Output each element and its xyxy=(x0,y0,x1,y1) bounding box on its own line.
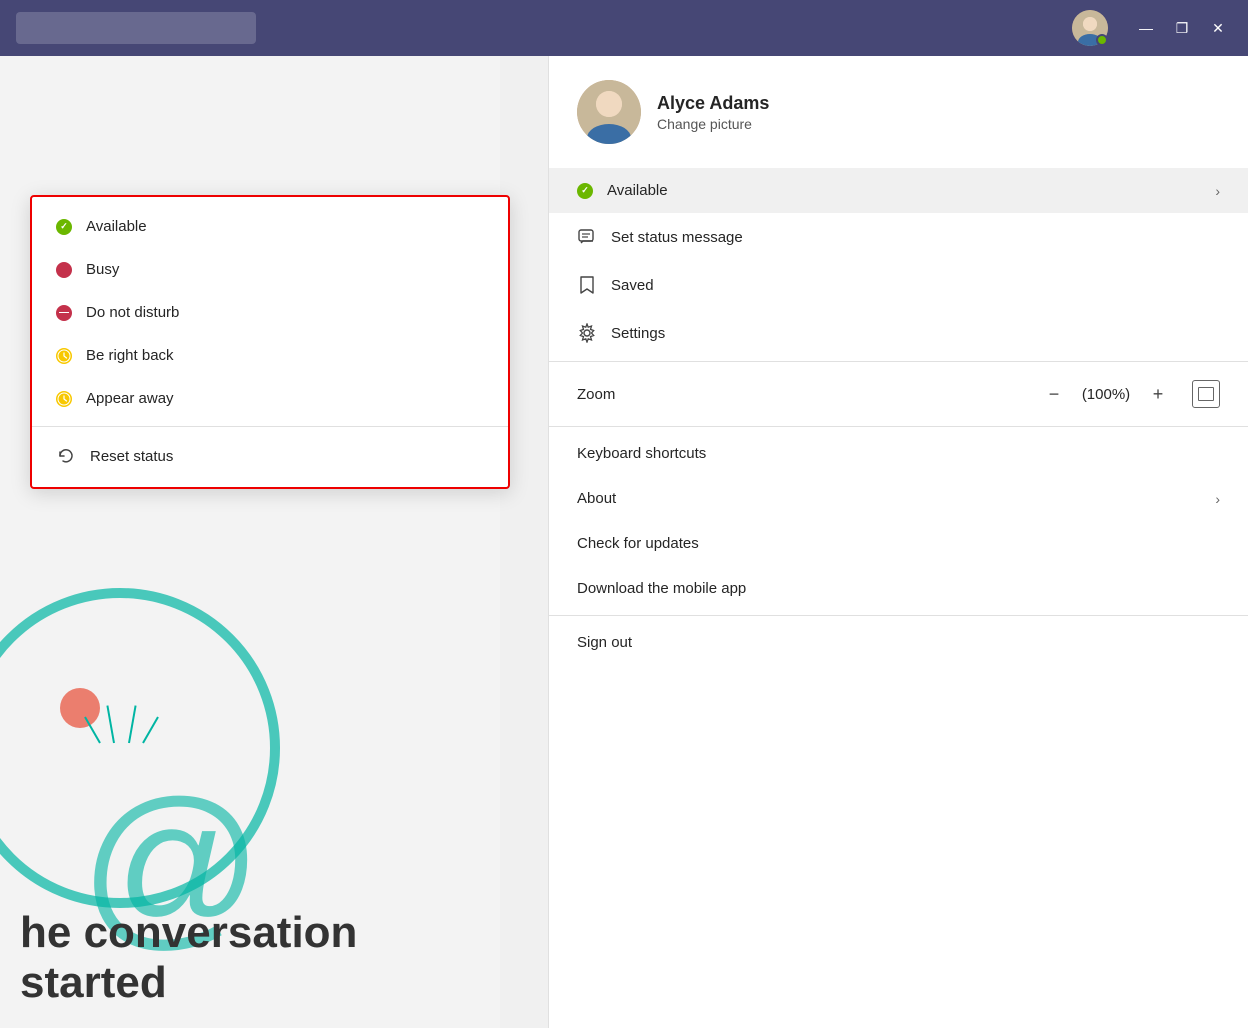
busy-dot xyxy=(56,262,72,278)
set-status-message-item[interactable]: Set status message xyxy=(549,213,1248,261)
profile-header: Alyce Adams Change picture xyxy=(549,56,1248,168)
saved-icon xyxy=(577,275,597,295)
check-updates-label: Check for updates xyxy=(577,535,699,552)
available-menu-item[interactable]: Available › xyxy=(549,168,1248,213)
status-available-label: Available xyxy=(86,218,147,235)
status-message-icon xyxy=(577,227,597,247)
status-busy-item[interactable]: Busy xyxy=(32,248,508,291)
saved-menu-item[interactable]: Saved xyxy=(549,261,1248,309)
status-appear-away-item[interactable]: Appear away xyxy=(32,377,508,420)
zoom-label: Zoom xyxy=(577,386,1040,403)
keyboard-shortcuts-item[interactable]: Keyboard shortcuts xyxy=(549,431,1248,476)
appear-away-dot xyxy=(56,391,72,407)
zoom-minus-button[interactable]: − xyxy=(1040,380,1068,408)
divider-3 xyxy=(549,615,1248,616)
zoom-controls: − (100%) + xyxy=(1040,380,1220,408)
status-submenu: Available Busy Do not disturb Be right b… xyxy=(30,195,510,489)
status-available-item[interactable]: Available xyxy=(32,205,508,248)
bg-rays xyxy=(95,705,148,748)
download-mobile-label: Download the mobile app xyxy=(577,580,746,597)
sign-out-label: Sign out xyxy=(577,634,632,651)
profile-name: Alyce Adams xyxy=(657,93,769,114)
search-bar[interactable] xyxy=(16,12,256,44)
window-controls: — ❐ ✕ xyxy=(1072,10,1232,46)
status-brb-label: Be right back xyxy=(86,347,174,364)
zoom-value: (100%) xyxy=(1080,386,1132,403)
settings-label: Settings xyxy=(611,325,665,342)
available-status-dot xyxy=(577,183,593,199)
about-chevron-icon: › xyxy=(1215,491,1220,507)
status-brb-item[interactable]: Be right back xyxy=(32,334,508,377)
zoom-plus-button[interactable]: + xyxy=(1144,380,1172,408)
status-dnd-item[interactable]: Do not disturb xyxy=(32,291,508,334)
about-menu-item[interactable]: About › xyxy=(549,476,1248,521)
set-status-message-label: Set status message xyxy=(611,229,743,246)
keyboard-shortcuts-label: Keyboard shortcuts xyxy=(577,445,706,462)
profile-avatar[interactable] xyxy=(577,80,641,144)
title-bar: — ❐ ✕ xyxy=(0,0,1248,56)
status-appear-away-label: Appear away xyxy=(86,390,174,407)
brb-dot xyxy=(56,348,72,364)
divider-1 xyxy=(549,361,1248,362)
profile-info: Alyce Adams Change picture xyxy=(657,93,769,132)
about-label: About xyxy=(577,490,616,507)
sign-out-item[interactable]: Sign out xyxy=(549,620,1248,665)
reset-icon xyxy=(56,446,76,466)
submenu-divider xyxy=(32,426,508,427)
zoom-fit-button[interactable] xyxy=(1192,380,1220,408)
settings-menu-item[interactable]: Settings xyxy=(549,309,1248,357)
status-dot-titlebar xyxy=(1096,34,1108,46)
user-avatar-titlebar[interactable] xyxy=(1072,10,1108,46)
available-label: Available xyxy=(607,182,668,199)
bottom-text: he conversation started xyxy=(0,908,500,1008)
reset-status-item[interactable]: Reset status xyxy=(32,433,508,479)
dnd-dot xyxy=(56,305,72,321)
zoom-fit-icon xyxy=(1198,387,1214,401)
status-busy-label: Busy xyxy=(86,261,119,278)
reset-status-label: Reset status xyxy=(90,448,173,465)
status-dnd-label: Do not disturb xyxy=(86,304,179,321)
bg-circle-small xyxy=(60,688,100,728)
available-chevron-icon: › xyxy=(1215,183,1220,199)
settings-icon xyxy=(577,323,597,343)
zoom-row: Zoom − (100%) + xyxy=(549,366,1248,422)
profile-panel: Alyce Adams Change picture Available › S… xyxy=(548,56,1248,1028)
download-mobile-item[interactable]: Download the mobile app xyxy=(549,566,1248,611)
change-picture-link[interactable]: Change picture xyxy=(657,116,769,132)
restore-button[interactable]: ❐ xyxy=(1168,14,1196,42)
check-updates-item[interactable]: Check for updates xyxy=(549,521,1248,566)
saved-label: Saved xyxy=(611,277,654,294)
available-dot xyxy=(56,219,72,235)
divider-2 xyxy=(549,426,1248,427)
minimize-button[interactable]: — xyxy=(1132,14,1160,42)
close-button[interactable]: ✕ xyxy=(1204,14,1232,42)
